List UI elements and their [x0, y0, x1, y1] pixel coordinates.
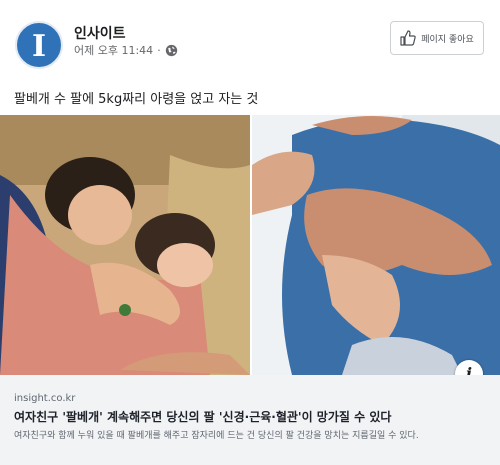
post-caption: 팔베개 수 팔에 5kg짜리 아령을 얹고 자는 것 — [14, 92, 259, 107]
like-page-label: 페이지 좋아요 — [421, 34, 474, 45]
photo-elbow-exam[interactable] — [252, 115, 500, 375]
globe-icon — [165, 44, 177, 56]
post-header: I 인사이트 어제 오후 11:44 · 페이지 좋아요 — [0, 0, 500, 70]
link-description: 여자친구와 함께 누워 있을 때 팔베개를 해주고 잠자리에 드는 건 당신의 … — [14, 431, 419, 441]
post-meta: 어제 오후 11:44 · — [74, 42, 178, 58]
photo-couple-sleeping[interactable] — [0, 115, 250, 375]
meta-separator: · — [157, 43, 161, 57]
post-images[interactable] — [0, 115, 500, 375]
thumbs-up-icon — [400, 30, 416, 46]
link-domain: insight.co.kr — [14, 393, 76, 404]
page-name-link[interactable]: 인사이트 — [74, 23, 126, 43]
link-preview[interactable]: insight.co.kr 여자친구 '팔베개' 계속해주면 당신의 팔 '신경… — [0, 375, 500, 465]
post-timestamp[interactable]: 어제 오후 11:44 — [74, 42, 153, 58]
like-page-button[interactable]: 페이지 좋아요 — [390, 21, 484, 55]
link-title[interactable]: 여자친구 '팔베개' 계속해주면 당신의 팔 '신경·근육·혈관'이 망가질 수… — [14, 408, 391, 425]
page-avatar[interactable]: I — [15, 21, 63, 69]
